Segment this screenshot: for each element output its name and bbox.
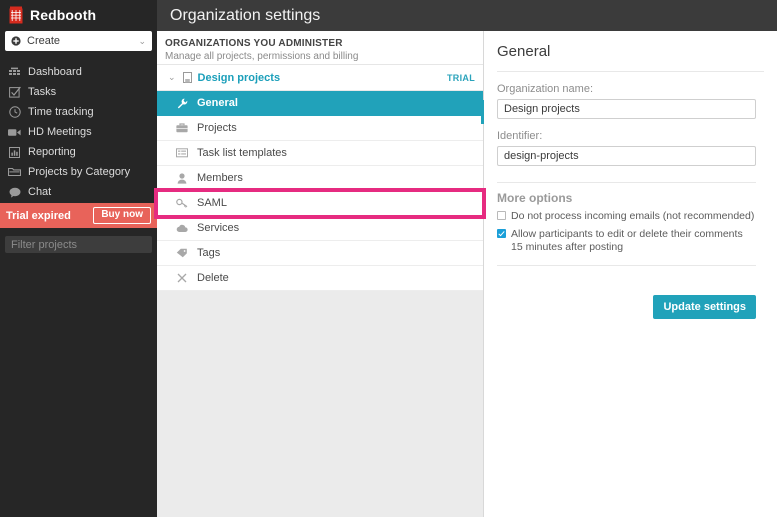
checkbox-checked-icon[interactable] [497,229,506,238]
brand-name: Redbooth [30,7,96,23]
phonebooth-logo-icon [9,6,23,24]
buy-now-button[interactable]: Buy now [93,207,151,224]
brand: Redbooth [0,0,157,30]
section-item-label: Tags [197,247,220,259]
key-icon [175,198,189,208]
section-item-label: Delete [197,272,229,284]
sidebar-item-hd-meetings[interactable]: HD Meetings [0,122,157,142]
section-item-saml[interactable]: SAML [157,191,483,216]
sidebar-item-label: Chat [28,186,51,198]
section-item-label: Task list templates [197,147,287,159]
wrench-icon [175,98,189,109]
sidebar-item-label: HD Meetings [28,126,92,138]
organization-sections-list: General Projects [157,91,483,291]
cloud-icon [175,224,189,233]
section-item-label: SAML [197,197,227,209]
organization-icon [183,72,192,83]
identifier-input[interactable] [497,146,756,166]
checkbox-unchecked-icon[interactable] [497,211,506,220]
chevron-down-icon[interactable]: ⌄ [168,73,176,82]
sidebar-item-time-tracking[interactable]: Time tracking [0,102,157,122]
section-item-tags[interactable]: Tags [157,241,483,266]
bar-chart-icon [8,146,21,159]
app-window: Redbooth Create ⌄ [0,0,777,517]
identifier-field-block: Identifier: [484,119,777,166]
close-x-icon [175,273,189,283]
top-header-bar: Organization settings [157,0,777,31]
panel-actions: Update settings [484,266,777,319]
trial-expired-banner: Trial expired Buy now [0,203,157,228]
sidebar-item-label: Tasks [28,86,56,98]
sidebar-nav: Dashboard Tasks Time t [0,62,157,202]
update-settings-button[interactable]: Update settings [653,295,756,319]
create-button[interactable]: Create ⌄ [5,31,152,51]
plus-circle-icon [11,36,21,46]
organizations-header: ORGANIZATIONS YOU ADMINISTER Manage all … [157,31,483,65]
filter-projects-input[interactable] [5,236,152,253]
tag-icon [175,248,189,258]
sidebar-item-dashboard[interactable]: Dashboard [0,62,157,82]
organizations-subheading: Manage all projects, permissions and bil… [165,51,483,62]
section-item-delete[interactable]: Delete [157,266,483,291]
section-item-label: General [197,97,238,109]
list-template-icon [175,148,189,158]
sidebar-item-projects-by-category[interactable]: Projects by Category [0,162,157,182]
section-item-label: Services [197,222,239,234]
organization-name: Design projects [198,72,447,84]
page-title: Organization settings [170,7,320,25]
video-camera-icon [8,126,21,139]
trial-expired-label: Trial expired [6,210,93,222]
section-item-task-list-templates[interactable]: Task list templates [157,141,483,166]
left-sidebar: Redbooth Create ⌄ [0,0,157,517]
sidebar-item-reporting[interactable]: Reporting [0,142,157,162]
create-button-label: Create [27,35,138,47]
option-row-allow-edit-comments[interactable]: Allow participants to edit or delete the… [484,223,777,254]
more-options-heading: More options [484,183,777,205]
chevron-down-icon: ⌄ [138,37,146,46]
person-icon [175,173,189,184]
option-label: Allow participants to edit or delete the… [511,228,756,254]
sidebar-item-label: Reporting [28,146,76,158]
organization-name-field-block: Organization name: [484,72,777,119]
organization-row[interactable]: ⌄ Design projects TRIAL [157,65,483,91]
folder-icon [8,166,21,179]
trial-badge: TRIAL [447,73,475,83]
organizations-column: ORGANIZATIONS YOU ADMINISTER Manage all … [157,31,484,517]
sidebar-item-tasks[interactable]: Tasks [0,82,157,102]
section-item-label: Members [197,172,243,184]
organization-name-input[interactable] [497,99,756,119]
dashboard-grid-icon [8,66,21,79]
option-row-no-incoming-emails[interactable]: Do not process incoming emails (not reco… [484,205,777,223]
sidebar-item-label: Time tracking [28,106,94,118]
section-item-label: Projects [197,122,237,134]
sidebar-item-chat[interactable]: Chat [0,182,157,202]
section-item-general[interactable]: General [157,91,483,116]
sidebar-item-label: Projects by Category [28,166,130,178]
checkbox-check-icon [8,86,21,99]
section-item-members[interactable]: Members [157,166,483,191]
sidebar-item-label: Dashboard [28,66,82,78]
settings-panel: General Organization name: Identifier: M… [484,31,777,517]
panel-title: General [484,31,777,60]
identifier-label: Identifier: [497,130,756,142]
briefcase-icon [175,123,189,133]
organization-name-label: Organization name: [497,83,756,95]
section-item-projects[interactable]: Projects [157,116,483,141]
chat-bubble-icon [8,186,21,199]
clock-icon [8,106,21,119]
section-item-services[interactable]: Services [157,216,483,241]
organizations-heading: ORGANIZATIONS YOU ADMINISTER [165,38,483,49]
option-label: Do not process incoming emails (not reco… [511,210,754,223]
